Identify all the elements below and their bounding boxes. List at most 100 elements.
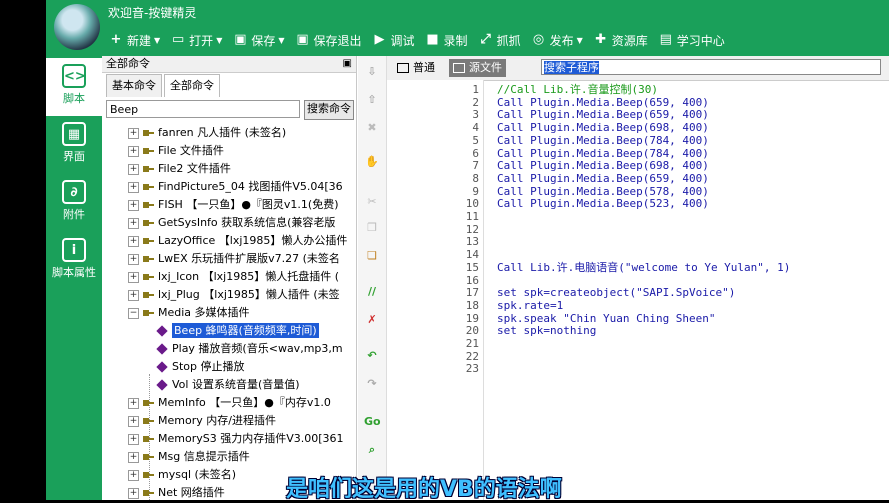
delete-icon[interactable]: ✖ — [364, 120, 380, 136]
toolbar-button-0[interactable]: + 新建 ▼ — [108, 32, 161, 49]
tree-plugin-node[interactable]: + File2 文件插件 — [128, 160, 231, 178]
expand-icon[interactable]: + — [128, 487, 139, 499]
line-number: 7 — [472, 159, 479, 173]
plugin-icon — [143, 272, 155, 282]
plugin-icon — [143, 416, 155, 426]
tab-all-commands[interactable]: 全部命令 — [164, 74, 220, 97]
toolbar-button-2[interactable]: ▣ 保存 ▼ — [232, 32, 284, 49]
tree-command-node[interactable]: Stop 停止播放 — [156, 358, 245, 376]
chevron-down-icon[interactable]: ▼ — [577, 36, 583, 45]
search-subroutine-field[interactable]: 搜索子程序 — [541, 59, 881, 75]
pin-icon[interactable]: ▣ — [343, 56, 352, 72]
redo-icon[interactable]: ↷ — [364, 376, 380, 392]
tab-normal-view[interactable]: 普通 — [393, 59, 439, 77]
goto-icon[interactable]: Go — [364, 414, 381, 430]
chevron-down-icon[interactable]: ▼ — [154, 36, 160, 45]
toolbar-button-1[interactable]: ▭ 打开 ▼ — [170, 32, 222, 49]
nav-item-label: 脚本属性 — [52, 266, 96, 279]
nav-item-3[interactable]: i 脚本属性 — [46, 232, 102, 290]
paste-icon[interactable]: ❏ — [364, 248, 380, 264]
expand-icon[interactable]: + — [128, 163, 139, 175]
arrow-down-icon[interactable]: ⇩ — [364, 64, 380, 80]
expand-icon[interactable]: + — [128, 145, 139, 157]
expand-icon[interactable]: + — [128, 181, 139, 193]
nav-item-2[interactable]: ∂ 附件 — [46, 174, 102, 232]
expand-icon[interactable]: + — [128, 451, 139, 463]
panel-header: 全部命令 ▣ — [102, 56, 356, 73]
line-number: 6 — [472, 146, 479, 160]
expand-icon[interactable]: + — [128, 433, 139, 445]
search-command-button[interactable]: 搜索命令 — [304, 100, 354, 120]
toolbar-button-6[interactable]: ⤢ 抓抓 — [478, 32, 521, 49]
command-icon — [156, 361, 168, 373]
line-number: 1 — [472, 83, 479, 96]
command-tree: + fanren 凡人插件 (未签名) + File 文件插件 + File2 文件插件 +… — [102, 124, 352, 500]
expand-icon[interactable]: + — [128, 469, 139, 481]
code-editor[interactable]: //Call Lib.许.音量控制(30) Call Plugin.Media.B… — [497, 80, 887, 500]
expand-icon[interactable]: + — [128, 397, 139, 409]
chevron-down-icon[interactable]: ▼ — [216, 36, 222, 45]
app-logo — [54, 4, 100, 50]
nav-item-0[interactable]: <> 脚本 — [46, 58, 102, 116]
tree-node-label: Vol 设置系统音量(音量值) — [172, 378, 300, 391]
tree-plugin-node[interactable]: + FindPicture5_04 找图插件V5.04[36 — [128, 178, 343, 196]
tab-source-view[interactable]: 源文件 — [449, 59, 506, 77]
expand-icon[interactable]: + — [128, 217, 139, 229]
chevron-down-icon[interactable]: ▼ — [278, 36, 284, 45]
line-number: 8 — [472, 171, 479, 185]
tree-command-node[interactable]: Play 播放音频(音乐<wav,mp3,m — [156, 340, 343, 358]
tree-plugin-node[interactable]: + fanren 凡人插件 (未签名) — [128, 124, 286, 142]
plugin-icon — [143, 488, 155, 498]
toolbar-button-9[interactable]: ▤ 学习中心 — [658, 32, 725, 49]
tree-plugin-node[interactable]: + LazyOffice 【lxj1985】懒人办公插件 — [128, 232, 347, 250]
expand-icon[interactable]: + — [128, 199, 139, 211]
toolbar-button-3[interactable]: ▣ 保存退出 — [295, 32, 361, 49]
tree-plugin-node[interactable]: + lxj_Icon 【lxj1985】懒人托盘插件 ( — [128, 268, 339, 286]
tree-plugin-node[interactable]: + Net 网络插件 — [128, 484, 225, 500]
hand-icon[interactable]: ✋ — [364, 154, 380, 170]
line-number: 3 — [472, 108, 479, 122]
comment-icon[interactable]: // — [364, 284, 380, 300]
tree-command-node[interactable]: Beep 蜂鸣器(音频频率,时间) — [156, 322, 319, 340]
tree-plugin-node[interactable]: − Media 多媒体插件 — [128, 304, 250, 322]
expand-icon[interactable]: + — [128, 235, 139, 247]
expand-icon[interactable]: + — [128, 127, 139, 139]
tree-plugin-node[interactable]: + File 文件插件 — [128, 142, 224, 160]
expand-icon[interactable]: + — [128, 415, 139, 427]
tree-command-node[interactable]: Vol 设置系统音量(音量值) — [156, 376, 300, 394]
nav-item-1[interactable]: ▦ 界面 — [46, 116, 102, 174]
code-line: spk.rate=1 — [497, 298, 564, 312]
uncomment-icon[interactable]: ✗ — [364, 312, 380, 328]
tree-plugin-node[interactable]: + MemoryS3 强力内存插件V3.00[361 — [128, 430, 344, 448]
find-icon[interactable]: ⌕ — [364, 442, 380, 458]
tree-plugin-node[interactable]: + MemInfo 【一只鱼】●『内存v1.0 — [128, 394, 331, 412]
collapse-icon[interactable]: − — [128, 307, 139, 319]
tree-plugin-node[interactable]: + Memory 内存/进程插件 — [128, 412, 276, 430]
arrow-up-icon[interactable]: ⇧ — [364, 92, 380, 108]
toolbar-button-8[interactable]: ✚ 资源库 — [593, 32, 647, 49]
undo-icon[interactable]: ↶ — [364, 348, 380, 364]
code-line: set spk=createobject("SAPI.SpVoice") — [497, 286, 736, 300]
expand-icon[interactable]: + — [128, 271, 139, 283]
toolbar-label: 抓抓 — [496, 33, 521, 48]
tree-plugin-node[interactable]: + GetSysInfo 获取系统信息(兼容老版 — [128, 214, 335, 232]
normal-view-icon — [397, 63, 409, 73]
app-window: 欢迎音-按键精灵 + 新建 ▼ ▭ 打开 ▼ ▣ 保存 ▼ ▣ 保存退出 ▶ 调试 ■ 录制 ⤢ 抓抓 ◎ 发布 ▼ ✚… — [46, 0, 889, 500]
save-exit-icon: ▣ — [296, 32, 309, 47]
cut-icon[interactable]: ✂ — [364, 194, 380, 210]
tree-plugin-node[interactable]: + LwEX 乐玩插件扩展版v7.27 (未签名 — [128, 250, 340, 268]
toolbar-button-7[interactable]: ◎ 发布 ▼ — [531, 32, 583, 49]
expand-icon[interactable]: + — [128, 253, 139, 265]
tree-plugin-node[interactable]: + mysql (未签名) — [128, 466, 236, 484]
tab-basic-commands[interactable]: 基本命令 — [106, 74, 162, 97]
folder-icon: ▭ — [172, 32, 185, 47]
toolbar-button-4[interactable]: ▶ 调试 — [372, 32, 415, 49]
tree-plugin-node[interactable]: + lxj_Plug 【lxj1985】懒人插件 (未签 — [128, 286, 340, 304]
command-search-input[interactable] — [106, 100, 300, 118]
copy-icon[interactable]: ❐ — [364, 220, 380, 236]
tree-plugin-node[interactable]: + FISH 【一只鱼】●『图灵v1.1(免费) — [128, 196, 339, 214]
toolbar-button-5[interactable]: ■ 录制 — [425, 32, 467, 49]
expand-icon[interactable]: + — [128, 289, 139, 301]
plugin-icon — [143, 164, 155, 174]
tree-plugin-node[interactable]: + Msg 信息提示插件 — [128, 448, 250, 466]
